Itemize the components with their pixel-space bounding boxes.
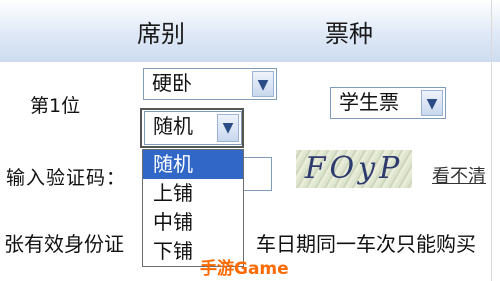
- captcha-label: 输入验证码：: [6, 167, 127, 189]
- seat-class-header: 席别: [137, 20, 185, 48]
- refresh-captcha-link[interactable]: 看不清: [432, 162, 486, 188]
- notice-left: 张有效身份证: [4, 232, 124, 256]
- ticket-type-select[interactable]: 学生票 ▼: [330, 87, 446, 119]
- seat-class-value: 硬卧: [152, 71, 192, 95]
- captcha-image: FOyP: [296, 150, 412, 188]
- table-header: 席别 票种: [0, 0, 500, 62]
- berth-dropdown-list[interactable]: 随机 上铺 中铺 下铺: [142, 149, 244, 267]
- captcha-input[interactable]: [240, 157, 272, 191]
- berth-option-random[interactable]: 随机: [143, 150, 243, 179]
- ticket-type-header: 票种: [325, 20, 373, 48]
- divider: [491, 0, 492, 281]
- berth-option-upper[interactable]: 上铺: [143, 179, 243, 208]
- watermark-logo: 手游Game: [200, 259, 289, 279]
- berth-option-middle[interactable]: 中铺: [143, 208, 243, 237]
- chevron-down-icon[interactable]: ▼: [421, 90, 443, 116]
- focus-outline: [140, 108, 244, 148]
- ticket-type-value: 学生票: [339, 90, 399, 114]
- seat-class-select[interactable]: 硬卧 ▼: [143, 68, 277, 100]
- chevron-down-icon[interactable]: ▼: [252, 71, 274, 97]
- passenger-row-label: 第1位: [30, 95, 81, 117]
- notice-right: 车日期同一车次只能购买: [256, 232, 476, 256]
